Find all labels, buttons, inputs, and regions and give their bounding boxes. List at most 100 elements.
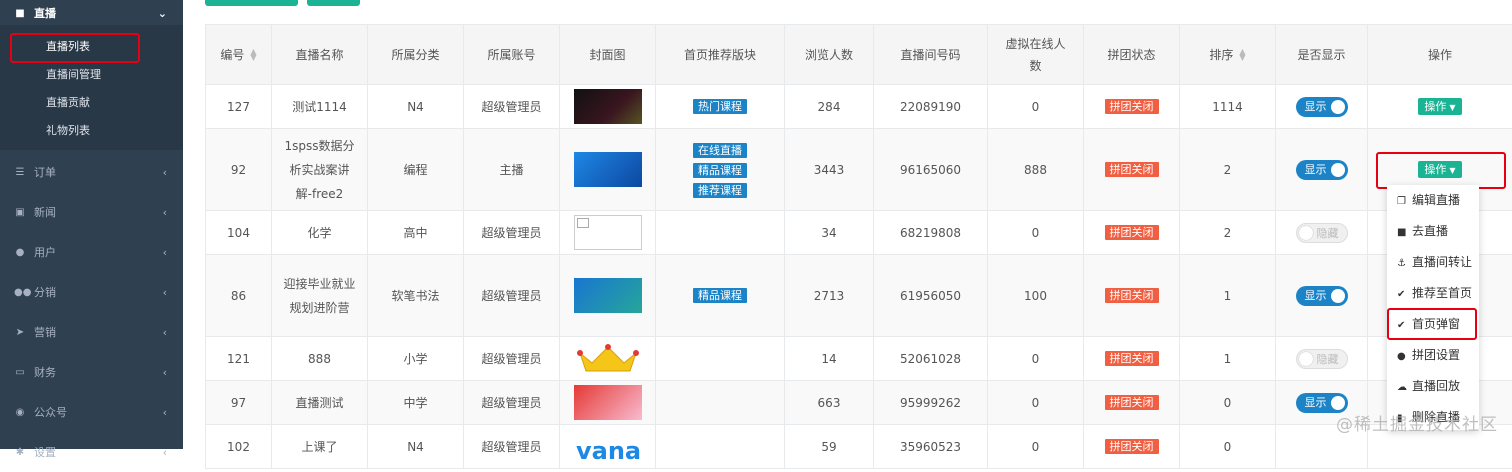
sort-icon[interactable]: ▲▼ bbox=[250, 49, 256, 61]
menu-item-transfer-room[interactable]: ⚓直播间转让 bbox=[1397, 247, 1472, 278]
cell-virtual: 0 bbox=[988, 85, 1084, 129]
copy-icon: ❐ bbox=[1397, 186, 1409, 217]
cell-id: 104 bbox=[206, 211, 272, 255]
cover-image[interactable] bbox=[574, 385, 642, 420]
show-toggle[interactable]: 隐藏 bbox=[1296, 349, 1348, 369]
cell-show: 显示 bbox=[1276, 255, 1368, 337]
sidebar-item-marketing[interactable]: ➤ 营销 ‹ bbox=[0, 312, 183, 352]
watermark: @稀土掘金技术社区 bbox=[1336, 410, 1498, 435]
image-icon: ▣ bbox=[14, 207, 26, 218]
cell-name: 上课了 bbox=[272, 425, 368, 469]
sidebar-item-finance[interactable]: ▭ 财务 ‹ bbox=[0, 352, 183, 392]
cell-category: 高中 bbox=[368, 211, 464, 255]
broken-image-icon[interactable] bbox=[574, 215, 642, 250]
cell-account: 主播 bbox=[464, 129, 560, 211]
menu-item-go-live[interactable]: ■去直播 bbox=[1397, 216, 1448, 247]
sidebar-subitem-live-room-manage[interactable]: 直播间管理 bbox=[46, 61, 101, 89]
group-status-badge: 拼团关闭 bbox=[1105, 439, 1159, 454]
cell-category: N4 bbox=[368, 85, 464, 129]
chevron-left-icon: ‹ bbox=[163, 406, 167, 419]
group-status-badge: 拼团关闭 bbox=[1105, 395, 1159, 410]
table-row: 92 1spss数据分析实战案讲解-free2 编程 主播 在线直播 精品课程 … bbox=[206, 129, 1512, 211]
table-row: 86 迎接毕业就业规划进阶营 软笔书法 超级管理员 精品课程 2713 6195… bbox=[206, 255, 1512, 337]
cell-show: 显示 bbox=[1276, 85, 1368, 129]
sidebar-item-label: 设置 bbox=[34, 444, 56, 460]
cover-image[interactable] bbox=[574, 152, 642, 187]
logo-cover-image[interactable]: vanab bbox=[574, 429, 642, 464]
table-header-row: 编号▲▼ 直播名称 所属分类 所属账号 封面图 首页推荐版块 浏览人数 直播间号… bbox=[206, 25, 1512, 85]
cell-views: 3443 bbox=[785, 129, 874, 211]
table-row: 127 测试1114 N4 超级管理员 热门课程 284 22089190 0 … bbox=[206, 85, 1512, 129]
gear-icon: ✱ bbox=[14, 447, 26, 458]
table-row: 104 化学 高中 超级管理员 34 68219808 0 拼团关闭 2 隐藏 bbox=[206, 211, 1512, 255]
table-row: 102 上课了 N4 超级管理员 vanab 59 35960523 0 拼团关… bbox=[206, 425, 1512, 469]
cover-image[interactable] bbox=[574, 89, 642, 124]
cell-group: 拼团关闭 bbox=[1084, 381, 1180, 425]
chevron-left-icon: ‹ bbox=[163, 286, 167, 299]
cell-virtual: 100 bbox=[988, 255, 1084, 337]
sidebar-item-news[interactable]: ▣ 新闻 ‹ bbox=[0, 192, 183, 232]
toolbar-button[interactable] bbox=[307, 0, 360, 6]
sidebar-subitem-gift-list[interactable]: 礼物列表 bbox=[46, 117, 90, 145]
cell-group: 拼团关闭 bbox=[1084, 211, 1180, 255]
cell-room: 52061028 bbox=[874, 337, 988, 381]
sidebar: ■ 直播 ⌄ 直播列表 直播间管理 直播贡献 礼物列表 ☰ 订单 ‹ ▣ 新闻 … bbox=[0, 0, 183, 449]
wechat-icon: ◉ bbox=[14, 407, 26, 418]
chevron-down-icon: ⌄ bbox=[158, 7, 167, 20]
show-toggle[interactable]: 显示 bbox=[1296, 97, 1348, 117]
group-status-badge: 拼团关闭 bbox=[1105, 225, 1159, 240]
chevron-left-icon: ‹ bbox=[163, 166, 167, 179]
svg-text:vanab: vanab bbox=[576, 437, 642, 464]
cell-sort: 0 bbox=[1180, 381, 1276, 425]
check-circle-icon: ✔ bbox=[1397, 279, 1409, 310]
menu-item-group-settings[interactable]: ●拼团设置 bbox=[1397, 340, 1460, 371]
show-toggle[interactable]: 隐藏 bbox=[1296, 223, 1348, 243]
header-sort[interactable]: 排序▲▼ bbox=[1180, 25, 1276, 85]
menu-item-edit-live[interactable]: ❐编辑直播 bbox=[1397, 185, 1460, 216]
cell-views: 59 bbox=[785, 425, 874, 469]
cell-show: 隐藏 bbox=[1276, 337, 1368, 381]
header-group-status: 拼团状态 bbox=[1084, 25, 1180, 85]
cell-sort: 2 bbox=[1180, 211, 1276, 255]
cell-virtual: 0 bbox=[988, 381, 1084, 425]
sidebar-item-orders[interactable]: ☰ 订单 ‹ bbox=[0, 152, 183, 192]
cell-group: 拼团关闭 bbox=[1084, 425, 1180, 469]
cloud-download-icon: ☁ bbox=[1397, 372, 1409, 403]
cell-recommend bbox=[656, 425, 785, 469]
cell-views: 663 bbox=[785, 381, 874, 425]
sidebar-item-official-account[interactable]: ◉ 公众号 ‹ bbox=[0, 392, 183, 432]
chevron-left-icon: ‹ bbox=[163, 206, 167, 219]
cell-id: 121 bbox=[206, 337, 272, 381]
show-toggle[interactable]: 显示 bbox=[1296, 160, 1348, 180]
sidebar-item-settings[interactable]: ✱ 设置 ‹ bbox=[0, 432, 183, 472]
chevron-left-icon: ‹ bbox=[163, 366, 167, 379]
header-id[interactable]: 编号▲▼ bbox=[206, 25, 272, 85]
cell-room: 96165060 bbox=[874, 129, 988, 211]
crown-cover-image[interactable] bbox=[574, 341, 642, 376]
cell-account: 超级管理员 bbox=[464, 255, 560, 337]
cell-cover bbox=[560, 211, 656, 255]
add-button[interactable] bbox=[205, 0, 298, 6]
recommend-tag: 在线直播 bbox=[693, 143, 747, 158]
cell-virtual: 0 bbox=[988, 211, 1084, 255]
sort-icon[interactable]: ▲▼ bbox=[1239, 49, 1245, 61]
cell-category: N4 bbox=[368, 425, 464, 469]
table-row: 121 888 小学 超级管理员 14 52061028 0 拼团关闭 1 隐藏 bbox=[206, 337, 1512, 381]
actions-button[interactable]: 操作▼ bbox=[1418, 98, 1461, 115]
menu-item-recommend-home[interactable]: ✔推荐至首页 bbox=[1397, 278, 1472, 309]
cell-show: 显示 bbox=[1276, 129, 1368, 211]
chevron-left-icon: ‹ bbox=[163, 326, 167, 339]
cell-category: 软笔书法 bbox=[368, 255, 464, 337]
menu-item-playback[interactable]: ☁直播回放 bbox=[1397, 371, 1460, 402]
cover-image[interactable] bbox=[574, 278, 642, 313]
cell-sort: 1114 bbox=[1180, 85, 1276, 129]
sidebar-subitem-live-contribution[interactable]: 直播贡献 bbox=[46, 89, 90, 117]
show-toggle[interactable]: 显示 bbox=[1296, 286, 1348, 306]
cell-recommend bbox=[656, 381, 785, 425]
sidebar-item-distribution[interactable]: ●● 分销 ‹ bbox=[0, 272, 183, 312]
recommend-tag: 精品课程 bbox=[693, 288, 747, 303]
chevron-left-icon: ‹ bbox=[163, 246, 167, 259]
cell-show: 隐藏 bbox=[1276, 211, 1368, 255]
sidebar-item-label: 新闻 bbox=[34, 204, 56, 220]
sidebar-item-users[interactable]: ● 用户 ‹ bbox=[0, 232, 183, 272]
